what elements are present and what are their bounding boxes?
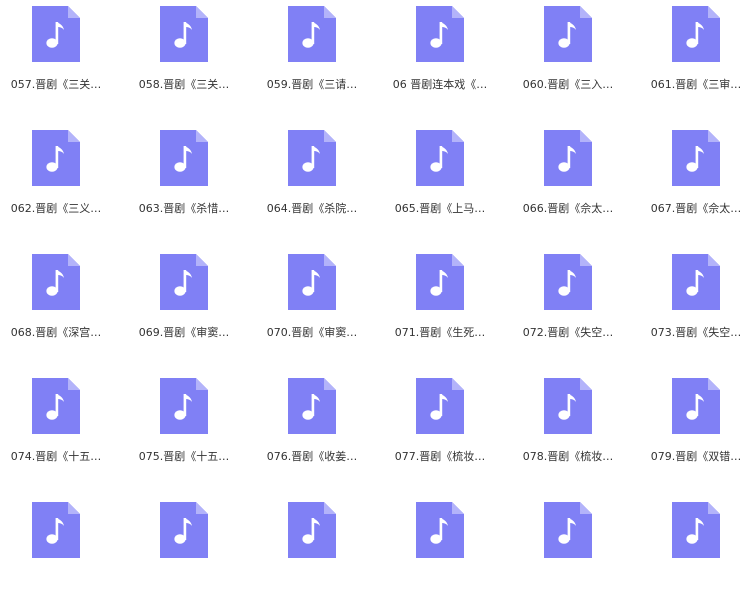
file-name: 058.晋剧《三关… <box>138 78 230 91</box>
music-file-icon <box>416 254 464 310</box>
file-name: 068.晋剧《深宫… <box>10 326 102 339</box>
music-file-icon <box>544 130 592 186</box>
file-item[interactable]: 061.晋剧《三审… <box>640 0 750 112</box>
music-file-icon <box>160 254 208 310</box>
music-file-icon <box>288 502 336 558</box>
file-item[interactable]: 071.晋剧《生死… <box>384 248 496 360</box>
file-item[interactable]: 077.晋剧《梳妆… <box>384 372 496 484</box>
music-file-icon <box>288 378 336 434</box>
file-name: 073.晋剧《失空… <box>650 326 742 339</box>
file-name: 079.晋剧《双错… <box>650 450 742 463</box>
file-name: 074.晋剧《十五… <box>10 450 102 463</box>
file-name: 072.晋剧《失空… <box>522 326 614 339</box>
music-file-icon <box>32 254 80 310</box>
file-item[interactable] <box>512 496 624 608</box>
file-name: 065.晋剧《上马… <box>394 202 486 215</box>
file-item[interactable]: 057.晋剧《三关… <box>0 0 112 112</box>
file-item[interactable]: 073.晋剧《失空… <box>640 248 750 360</box>
file-name: 077.晋剧《梳妆… <box>394 450 486 463</box>
file-name: 061.晋剧《三审… <box>650 78 742 91</box>
file-item[interactable]: 062.晋剧《三义… <box>0 124 112 236</box>
music-file-icon <box>416 378 464 434</box>
music-file-icon <box>544 502 592 558</box>
file-item[interactable]: 079.晋剧《双错… <box>640 372 750 484</box>
music-file-icon <box>288 254 336 310</box>
file-name: 062.晋剧《三义… <box>10 202 102 215</box>
file-item[interactable]: 059.晋剧《三请… <box>256 0 368 112</box>
music-file-icon <box>544 6 592 62</box>
file-name: 059.晋剧《三请… <box>266 78 358 91</box>
file-name: 06 晋剧连本戏《… <box>392 78 488 91</box>
file-name: 069.晋剧《审窦… <box>138 326 230 339</box>
file-name: 075.晋剧《十五… <box>138 450 230 463</box>
file-item[interactable]: 066.晋剧《佘太… <box>512 124 624 236</box>
music-file-icon <box>160 6 208 62</box>
file-name: 078.晋剧《梳妆… <box>522 450 614 463</box>
file-name: 060.晋剧《三入… <box>522 78 614 91</box>
file-item[interactable]: 076.晋剧《收姜… <box>256 372 368 484</box>
file-item[interactable]: 070.晋剧《审窦… <box>256 248 368 360</box>
file-item[interactable]: 060.晋剧《三入… <box>512 0 624 112</box>
music-file-icon <box>672 378 720 434</box>
music-file-icon <box>672 254 720 310</box>
music-file-icon <box>672 502 720 558</box>
file-name: 067.晋剧《佘太… <box>650 202 742 215</box>
file-name: 070.晋剧《审窦… <box>266 326 358 339</box>
file-item[interactable] <box>0 496 112 608</box>
file-item[interactable] <box>640 496 750 608</box>
music-file-icon <box>32 502 80 558</box>
music-file-icon <box>160 378 208 434</box>
file-item[interactable]: 075.晋剧《十五… <box>128 372 240 484</box>
file-item[interactable]: 064.晋剧《杀院… <box>256 124 368 236</box>
file-item[interactable] <box>128 496 240 608</box>
file-item[interactable]: 067.晋剧《佘太… <box>640 124 750 236</box>
file-item[interactable]: 072.晋剧《失空… <box>512 248 624 360</box>
file-grid: 057.晋剧《三关… 058.晋剧《三关… 059.晋剧《三请… 06 晋剧连本戏《…… <box>0 0 750 576</box>
file-item[interactable]: 068.晋剧《深宫… <box>0 248 112 360</box>
music-file-icon <box>672 6 720 62</box>
music-file-icon <box>544 378 592 434</box>
file-name: 066.晋剧《佘太… <box>522 202 614 215</box>
file-name: 064.晋剧《杀院… <box>266 202 358 215</box>
music-file-icon <box>288 130 336 186</box>
file-item[interactable]: 063.晋剧《杀惜… <box>128 124 240 236</box>
music-file-icon <box>544 254 592 310</box>
music-file-icon <box>160 502 208 558</box>
music-file-icon <box>32 378 80 434</box>
music-file-icon <box>160 130 208 186</box>
music-file-icon <box>672 130 720 186</box>
file-item[interactable]: 065.晋剧《上马… <box>384 124 496 236</box>
file-item[interactable]: 078.晋剧《梳妆… <box>512 372 624 484</box>
file-name: 076.晋剧《收姜… <box>266 450 358 463</box>
music-file-icon <box>288 6 336 62</box>
file-item[interactable] <box>256 496 368 608</box>
file-item[interactable] <box>384 496 496 608</box>
music-file-icon <box>416 6 464 62</box>
music-file-icon <box>416 130 464 186</box>
file-item[interactable]: 058.晋剧《三关… <box>128 0 240 112</box>
file-name: 071.晋剧《生死… <box>394 326 486 339</box>
file-name: 063.晋剧《杀惜… <box>138 202 230 215</box>
file-name: 057.晋剧《三关… <box>10 78 102 91</box>
file-item[interactable]: 069.晋剧《审窦… <box>128 248 240 360</box>
music-file-icon <box>32 6 80 62</box>
file-item[interactable]: 074.晋剧《十五… <box>0 372 112 484</box>
music-file-icon <box>32 130 80 186</box>
file-item[interactable]: 06 晋剧连本戏《… <box>384 0 496 112</box>
music-file-icon <box>416 502 464 558</box>
